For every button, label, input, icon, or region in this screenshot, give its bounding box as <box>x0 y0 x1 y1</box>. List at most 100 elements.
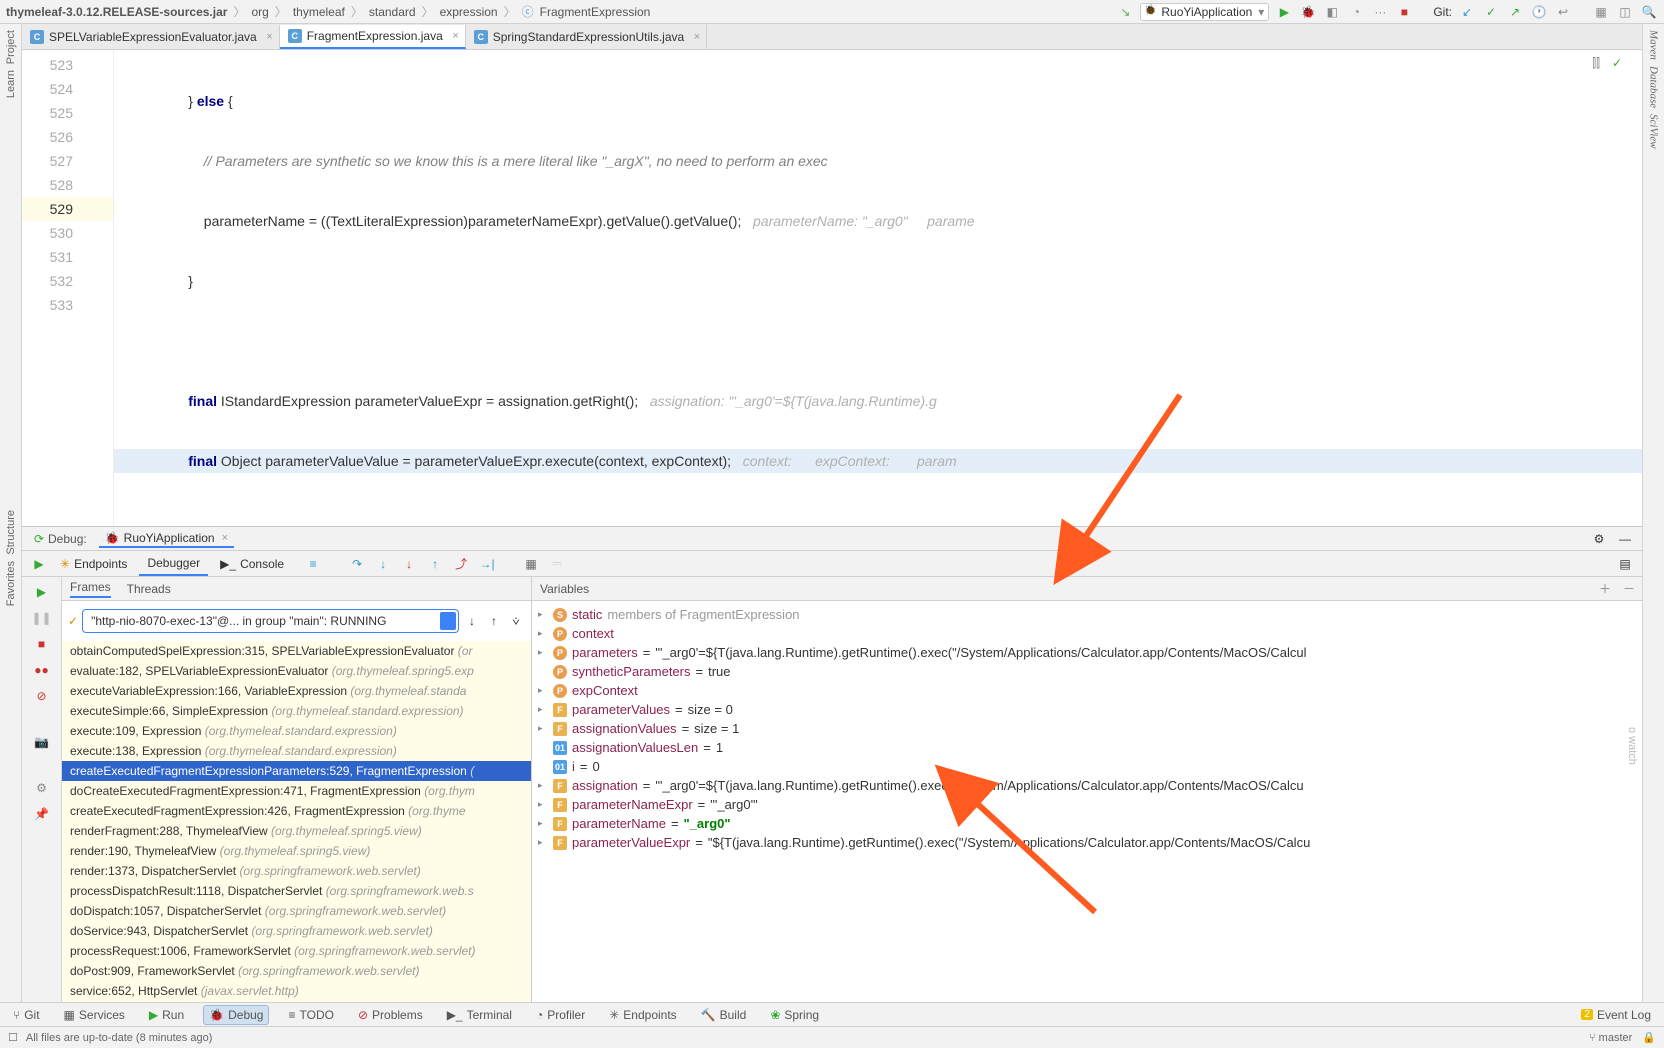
mute-breakpoints-icon[interactable]: ⊘ <box>33 687 51 705</box>
minimize-icon[interactable]: — <box>1616 530 1634 548</box>
favorites-tool[interactable]: Favorites <box>5 561 17 606</box>
code-editor[interactable]: ⫿⫿ ✓ 523524525526527528529530531532533 }… <box>22 50 1642 526</box>
lock-icon[interactable]: 🔒 <box>1642 1031 1656 1044</box>
endpoints-tab[interactable]: ✳Endpoints <box>52 553 135 575</box>
stack-frame[interactable]: doPost:909, FrameworkServlet (org.spring… <box>62 961 531 981</box>
services-tool[interactable]: ▦ Services <box>59 1006 130 1024</box>
git-branch[interactable]: ⑂ master <box>1589 1032 1632 1044</box>
profiler-tool[interactable]: ◔ Profiler <box>531 1006 590 1024</box>
breadcrumb-item[interactable]: thymeleaf <box>293 5 345 19</box>
debug-icon[interactable]: 🐞 <box>1299 3 1317 21</box>
breakpoints-icon[interactable]: ●● <box>33 661 51 679</box>
status-check-icon[interactable]: ☐ <box>8 1031 18 1044</box>
stack-frame[interactable]: obtainComputedSpelExpression:315, SPELVa… <box>62 641 531 661</box>
stack-frame[interactable]: doService:943, DispatcherServlet (org.sp… <box>62 921 531 941</box>
run-tool[interactable]: ▶ Run <box>144 1006 189 1024</box>
maven-tool[interactable]: Maven <box>1648 30 1660 60</box>
remove-watch-icon[interactable]: － <box>1620 579 1638 597</box>
threads-tab[interactable]: Threads <box>127 582 171 596</box>
layout-icon[interactable]: ▤ <box>1616 555 1634 573</box>
console-tab[interactable]: ▶_Console <box>212 553 292 575</box>
stack-frame[interactable]: doDispatch:1057, DispatcherServlet (org.… <box>62 901 531 921</box>
toolbar-icon[interactable]: ◫ <box>1616 3 1634 21</box>
run-configuration-select[interactable]: RuoYiApplication ▾ <box>1140 3 1269 21</box>
event-log[interactable]: 2 Event Log <box>1576 1006 1656 1024</box>
editor-tab[interactable]: CSPELVariableExpressionEvaluator.java× <box>22 25 280 49</box>
evaluate-icon[interactable]: ▦ <box>522 555 540 573</box>
variable-row[interactable]: PsyntheticParameters = true <box>532 662 1642 681</box>
project-tool[interactable]: Project <box>5 30 17 64</box>
more-icon[interactable]: ≡ <box>304 555 322 573</box>
variable-row[interactable]: ▸FparameterValues = size = 0 <box>532 700 1642 719</box>
variable-row[interactable]: ▸Pparameters = "'_arg0'=${T(java.lang.Ru… <box>532 643 1642 662</box>
stack-frame[interactable]: processDispatchResult:1118, DispatcherSe… <box>62 881 531 901</box>
pause-icon[interactable]: ❚❚ <box>33 609 51 627</box>
breadcrumb-item[interactable]: expression <box>440 5 498 19</box>
git-tool[interactable]: ⑂ Git <box>8 1006 45 1024</box>
code-area[interactable]: } else { // Parameters are synthetic so … <box>114 50 1642 526</box>
trace-icon[interactable]: ⎓ <box>548 555 566 573</box>
spring-tool[interactable]: ❀ Spring <box>765 1006 824 1024</box>
editor-tab[interactable]: CFragmentExpression.java× <box>280 25 466 49</box>
variable-row[interactable]: ▸Fassignation = "'_arg0'=${T(java.lang.R… <box>532 776 1642 795</box>
resume-program-icon[interactable]: ▶ <box>33 583 51 601</box>
variable-row[interactable]: 01i = 0 <box>532 757 1642 776</box>
variable-row[interactable]: ▸FparameterName = "_arg0" <box>532 814 1642 833</box>
pin-icon[interactable]: 📌 <box>33 805 51 823</box>
stack-frame[interactable]: executeVariableExpression:166, VariableE… <box>62 681 531 701</box>
todo-tool[interactable]: ≡ TODO <box>283 1006 338 1024</box>
frames-tab[interactable]: Frames <box>70 580 111 598</box>
step-out-icon[interactable]: ↑ <box>426 555 444 573</box>
debug-session-tab[interactable]: 🐞 RuoYiApplication × <box>99 530 234 548</box>
database-tool[interactable]: Database <box>1648 66 1660 108</box>
git-history-icon[interactable]: 🕐 <box>1530 3 1548 21</box>
stack-frame[interactable]: service:652, HttpServlet (javax.servlet.… <box>62 981 531 1001</box>
search-icon[interactable]: 🔍 <box>1640 3 1658 21</box>
close-icon[interactable]: × <box>452 30 458 42</box>
thread-selector[interactable]: "http-nio-8070-exec-13"@... in group "ma… <box>82 609 459 633</box>
rerun-icon[interactable]: ⟳ <box>30 530 48 548</box>
force-step-into-icon[interactable]: ↓ <box>400 555 418 573</box>
stack-frame[interactable]: execute:109, Expression (org.thymeleaf.s… <box>62 721 531 741</box>
stack-frame[interactable]: render:190, ThymeleafView (org.thymeleaf… <box>62 841 531 861</box>
debugger-tab[interactable]: Debugger <box>139 552 208 576</box>
sciview-tool[interactable]: SciView <box>1648 114 1660 149</box>
problems-tool[interactable]: ⊘ Problems <box>353 1006 428 1024</box>
profiler-icon[interactable]: ◔ <box>1347 3 1365 21</box>
run-icon[interactable]: ▶ <box>1275 3 1293 21</box>
variables-list[interactable]: ▸Sstatic members of FragmentExpression▸P… <box>532 601 1642 1026</box>
git-update-icon[interactable]: ↙ <box>1458 3 1476 21</box>
variable-row[interactable]: ▸Pcontext <box>532 624 1642 643</box>
debug-tool[interactable]: 🐞 Debug <box>203 1005 269 1025</box>
structure-tool[interactable]: Structure <box>5 510 17 555</box>
resume-icon[interactable]: ▶ <box>30 555 48 573</box>
camera-icon[interactable]: 📷 <box>33 733 51 751</box>
attach-icon[interactable]: ··· <box>1371 3 1389 21</box>
close-icon[interactable]: × <box>694 31 700 43</box>
prev-frame-icon[interactable]: ↓ <box>463 612 481 630</box>
coverage-icon[interactable]: ◧ <box>1323 3 1341 21</box>
step-over-icon[interactable]: ↷ <box>348 555 366 573</box>
close-icon[interactable]: × <box>222 532 228 544</box>
new-watch-icon[interactable]: ＋ <box>1596 579 1614 597</box>
step-into-icon[interactable]: ↓ <box>374 555 392 573</box>
breadcrumb-item[interactable]: thymeleaf-3.0.12.RELEASE-sources.jar <box>6 5 227 19</box>
variable-row[interactable]: ▸PexpContext <box>532 681 1642 700</box>
stack-frame[interactable]: renderFragment:288, ThymeleafView (org.t… <box>62 821 531 841</box>
terminal-tool[interactable]: ▶_ Terminal <box>442 1006 517 1024</box>
stop-icon[interactable]: ■ <box>33 635 51 653</box>
stack-frame[interactable]: createExecutedFragmentExpressionParamete… <box>62 761 531 781</box>
variable-row[interactable]: ▸FparameterNameExpr = "'_arg0'" <box>532 795 1642 814</box>
variable-row[interactable]: ▸Sstatic members of FragmentExpression <box>532 605 1642 624</box>
git-commit-icon[interactable]: ✓ <box>1482 3 1500 21</box>
stack-frame[interactable]: execute:138, Expression (org.thymeleaf.s… <box>62 741 531 761</box>
breadcrumb-item[interactable]: standard <box>369 5 416 19</box>
stack-frame[interactable]: evaluate:182, SPELVariableExpressionEval… <box>62 661 531 681</box>
editor-tab[interactable]: CSpringStandardExpressionUtils.java× <box>466 25 707 49</box>
variable-row[interactable]: ▸FassignationValues = size = 1 <box>532 719 1642 738</box>
build-tool[interactable]: 🔨 Build <box>696 1006 752 1024</box>
stack-frame[interactable]: createExecutedFragmentExpression:426, Fr… <box>62 801 531 821</box>
run-to-cursor-icon[interactable]: →| <box>478 555 496 573</box>
build-icon[interactable]: ↘ <box>1116 3 1134 21</box>
endpoints-tool[interactable]: ✳ Endpoints <box>604 1006 681 1024</box>
